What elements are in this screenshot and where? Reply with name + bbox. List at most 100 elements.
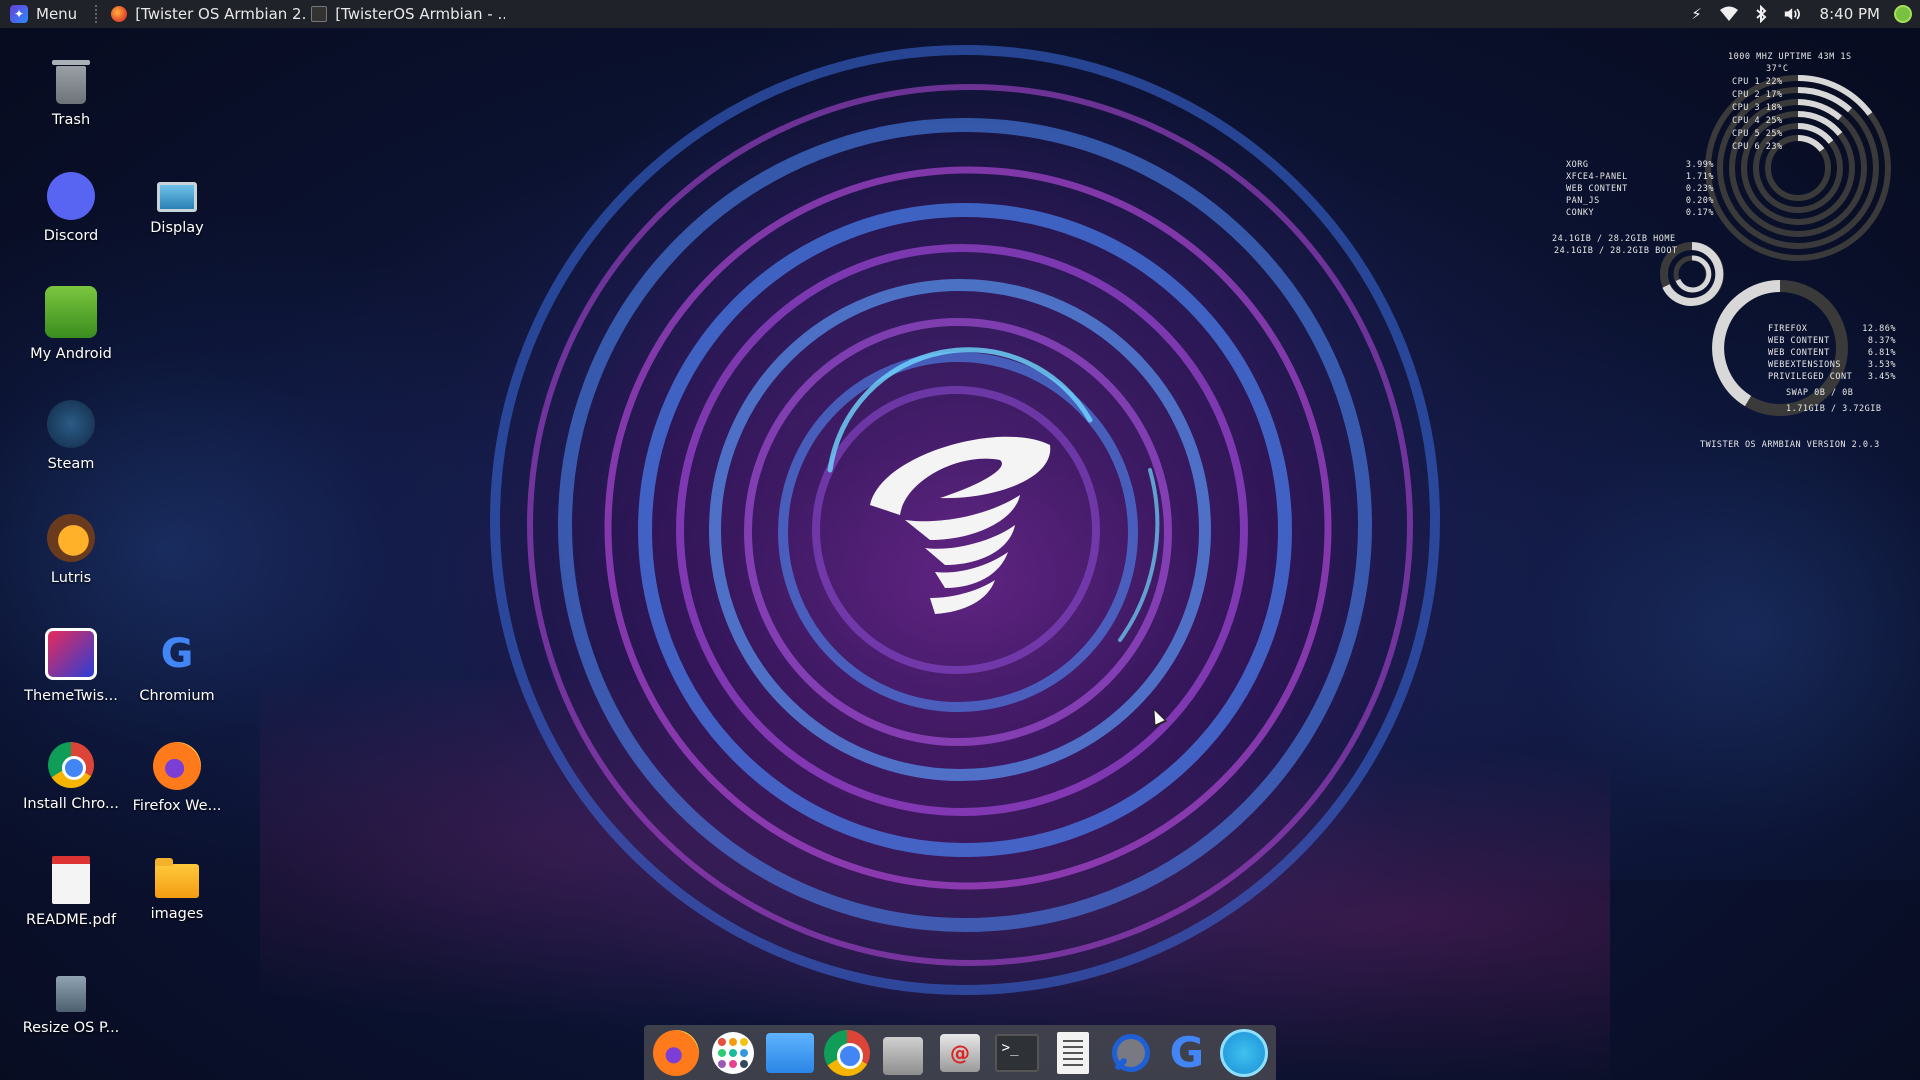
folder-icon [155, 858, 199, 898]
twister-menu-icon: ✦ [10, 5, 28, 23]
taskbar-item-label: [TwisterOS Armbian - ... [335, 5, 506, 23]
conky-system-monitor: 1000 MHz UPTIME 43m 1s 37°C CPU 1 22% CP… [1540, 48, 1910, 468]
dock-app-grid[interactable] [709, 1029, 757, 1077]
system-tray: ⚡ 8:40 PM [1688, 5, 1920, 23]
dock-text-editor[interactable] [1049, 1029, 1097, 1077]
desktop-icon-label: Chromium [139, 688, 215, 704]
desktop-icon-my-android[interactable]: My Android [18, 274, 124, 374]
dock-chrome[interactable] [823, 1029, 871, 1077]
menu-button[interactable]: ✦ Menu [0, 0, 87, 28]
conky-cpu-3: CPU 3 18% [1732, 103, 1783, 113]
volume-icon[interactable] [1784, 5, 1802, 23]
conky-swap: SWAP 0B / 0B [1786, 388, 1854, 398]
desktop-icon-steam[interactable]: Steam [18, 388, 124, 488]
conky-cpu-2: CPU 2 17% [1732, 90, 1783, 100]
conky-process-row: XFCE4-PANEL 1.71% [1566, 172, 1714, 182]
text-editor-icon [1057, 1031, 1090, 1074]
google-icon: G [1169, 1028, 1205, 1077]
firefox-icon [111, 6, 128, 22]
desktop-icon-label: Resize OS P... [22, 1020, 120, 1036]
bluetooth-icon[interactable] [1752, 5, 1770, 23]
desktop-icon-images[interactable]: images [124, 844, 230, 944]
dock-mail[interactable]: @ [936, 1029, 984, 1077]
desktop-icon-themetwister[interactable]: ThemeTwis... [18, 616, 124, 716]
conky-temp: 37°C [1766, 64, 1789, 74]
desktop-icon-label: Display [150, 220, 204, 236]
themetwister-icon [45, 628, 97, 680]
desktop-icon-label: Steam [47, 456, 95, 472]
dock-google[interactable]: G [1163, 1028, 1211, 1077]
wifi-icon[interactable] [1719, 5, 1738, 23]
conky-cpu-5: CPU 5 25% [1732, 129, 1783, 139]
taskbar-item-terminal[interactable]: [TwisterOS Armbian - ... [305, 0, 505, 28]
conky-process-row: PAN_JS 0.20% [1566, 196, 1714, 206]
conky-ram: 1.71GiB / 3.72GiB [1786, 404, 1882, 414]
update-indicator-icon[interactable] [1894, 5, 1912, 23]
google-icon: G [160, 631, 194, 677]
firefox-icon [653, 1029, 700, 1076]
conky-version: TWISTER OS ARMBIAN VERSION 2.0.3 [1700, 440, 1880, 450]
mail-icon: @ [939, 1033, 980, 1072]
conky-mem-row: WEB CONTENT 6.81% [1768, 348, 1896, 358]
dock: @ >_ G [644, 1025, 1276, 1080]
resize-icon [56, 976, 86, 1012]
conky-mem-row: WEB CONTENT 8.37% [1768, 336, 1896, 346]
chrome-icon [823, 1029, 870, 1076]
dock-store[interactable] [879, 1029, 927, 1077]
conky-header: 1000 MHz UPTIME 43m 1s [1728, 52, 1852, 62]
android-icon [45, 286, 97, 338]
desktop-icon-label: My Android [30, 346, 112, 362]
power-icon[interactable]: ⚡ [1688, 5, 1706, 23]
desktop-icon-lutris[interactable]: Lutris [18, 502, 124, 602]
desktop-icon-display[interactable]: Display [124, 160, 230, 260]
chrome-install-icon [48, 742, 94, 788]
desktop-icon-label: Lutris [50, 570, 92, 586]
dock-files[interactable] [765, 1029, 814, 1077]
steam-icon [47, 400, 95, 448]
desktop-icon-readme-pdf[interactable]: README.pdf [18, 844, 124, 944]
desktop-icon-label: Discord [43, 228, 99, 244]
dock-hand-app[interactable] [1219, 1028, 1268, 1077]
conky-process-row: WEB CONTENT 0.23% [1566, 184, 1714, 194]
taskbar-item-firefox[interactable]: [Twister OS Armbian 2... [105, 0, 305, 28]
hand-app-icon [1219, 1028, 1268, 1077]
desktop-icon-label: Firefox We... [132, 798, 222, 814]
app-grid-icon [712, 1031, 755, 1074]
clock[interactable]: 8:40 PM [1820, 5, 1880, 23]
terminal-icon: >_ [994, 1033, 1039, 1072]
trash-icon [52, 60, 90, 104]
conky-disk-home: 24.1GiB / 28.2GiB HOME [1552, 234, 1676, 244]
desktop-icon-trash[interactable]: Trash [18, 46, 124, 146]
conky-process-row: CONKY 0.17% [1566, 208, 1714, 218]
store-icon [883, 1036, 924, 1075]
top-panel: ✦ Menu [Twister OS Armbian 2... [Twister… [0, 0, 1920, 28]
display-icon [157, 182, 197, 212]
taskbar-item-label: [Twister OS Armbian 2... [135, 5, 306, 23]
conky-mem-row: FIREFOX 12.86% [1768, 324, 1896, 334]
terminal-icon [311, 6, 328, 22]
desktop-icon-label: Trash [51, 112, 91, 128]
pdf-icon [52, 856, 90, 904]
desktop-icons: Trash Discord Display My Android Steam L… [0, 28, 240, 1068]
desktop-icon-resize-os[interactable]: Resize OS P... [18, 958, 124, 1058]
conky-mem-row: WEBEXTENSIONS 3.53% [1768, 360, 1896, 370]
desktop-icon-label: README.pdf [25, 912, 117, 928]
desktop-icon-install-chrome[interactable]: Install Chro... [18, 730, 124, 830]
firefox-icon [153, 742, 201, 790]
dock-firefox[interactable] [652, 1029, 700, 1077]
conky-cpu-4: CPU 4 25% [1732, 116, 1783, 126]
search-icon [1108, 1031, 1152, 1075]
dock-terminal[interactable]: >_ [993, 1029, 1041, 1077]
desktop-icon-chromium[interactable]: G Chromium [124, 616, 230, 716]
menu-label: Menu [36, 5, 78, 23]
dock-search[interactable] [1106, 1029, 1154, 1077]
desktop-icon-label: images [150, 906, 204, 922]
conky-disk-boot: 24.1GiB / 28.2GiB BOOT [1554, 246, 1678, 256]
lutris-icon [47, 514, 95, 562]
desktop-icon-discord[interactable]: Discord [18, 160, 124, 260]
desktop-icon-label: Install Chro... [23, 796, 119, 812]
conky-process-row: XORG 3.99% [1566, 160, 1714, 170]
panel-separator [95, 5, 98, 23]
conky-mem-row: PRIVILEGED CONT 3.45% [1768, 372, 1896, 382]
desktop-icon-firefox-web[interactable]: Firefox We... [124, 730, 230, 830]
